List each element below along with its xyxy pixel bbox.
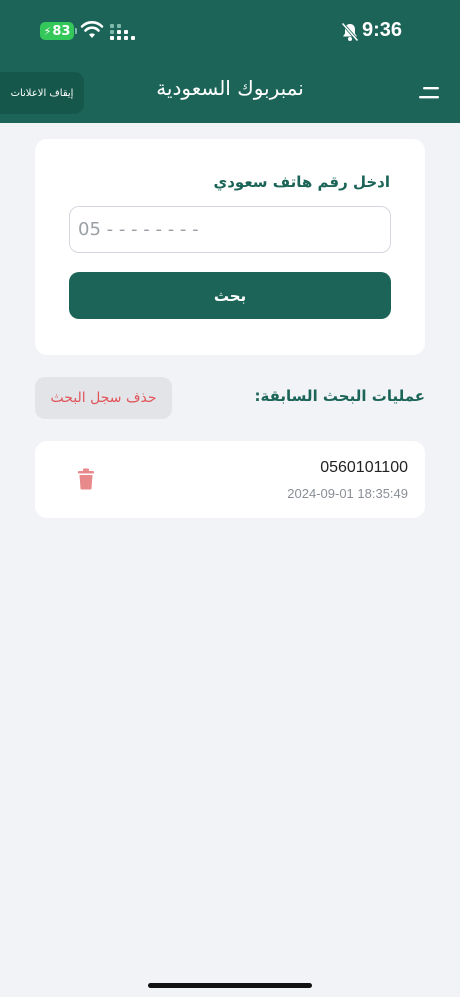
stop-ads-button[interactable]: إيقاف الاعلانات <box>0 72 84 114</box>
battery-indicator: ⚡ 83 <box>40 22 74 40</box>
search-label: ادخل رقم هاتف سعودي <box>213 173 390 191</box>
menu-icon[interactable] <box>417 84 441 102</box>
wifi-icon <box>80 21 104 38</box>
home-indicator <box>148 983 312 988</box>
bell-muted-icon <box>341 22 359 42</box>
battery-cap <box>75 28 77 34</box>
cellular-signal-icon <box>110 24 135 40</box>
battery-level: 83 <box>52 23 71 39</box>
history-title: عمليات البحث السابقة: <box>254 387 425 405</box>
search-card: ادخل رقم هاتف سعودي بحث <box>35 139 425 355</box>
page-title: نمبربوك السعودية <box>156 76 304 100</box>
status-bar: ⚡ 83 9:36 <box>0 0 460 62</box>
history-item[interactable]: 0560101100 2024-09-01 18:35:49 <box>35 441 425 518</box>
charging-bolt-icon: ⚡ <box>43 24 52 38</box>
clock: 9:36 <box>362 19 403 41</box>
search-button[interactable]: بحث <box>69 272 391 319</box>
clear-history-button[interactable]: حذف سجل البحث <box>35 377 172 419</box>
trash-icon[interactable] <box>77 468 95 490</box>
phone-number-input[interactable] <box>69 206 391 253</box>
history-item-number: 0560101100 <box>320 459 408 476</box>
history-item-date: 2024-09-01 18:35:49 <box>287 486 408 501</box>
app-header: ⚡ 83 9:36 إيقاف الاعلانات نمبربوك السعود… <box>0 0 460 123</box>
